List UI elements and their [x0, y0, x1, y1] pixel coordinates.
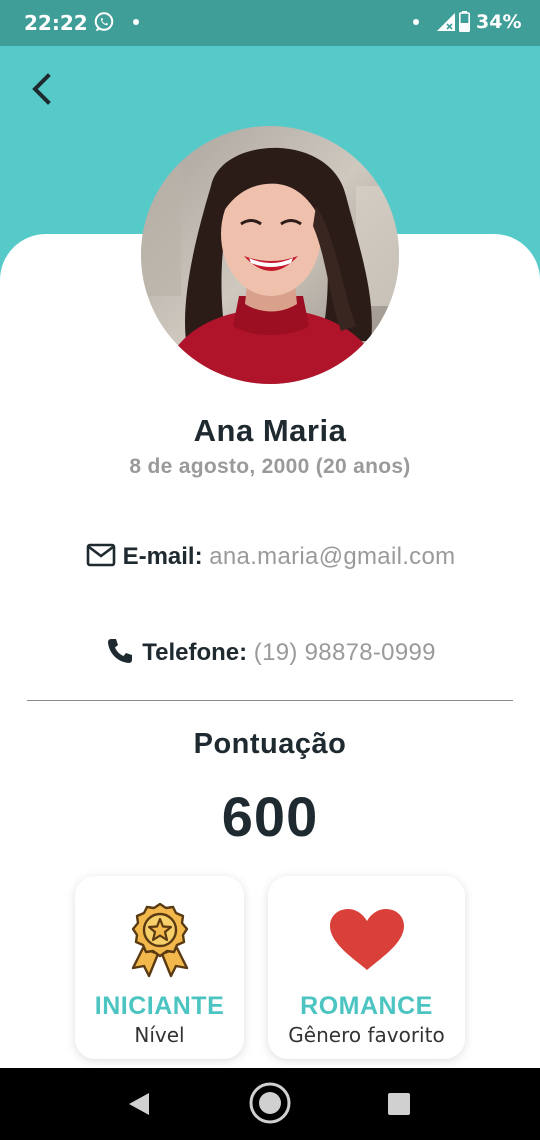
level-title: INICIANTE [94, 992, 225, 1020]
email-label: E-mail: [122, 543, 203, 570]
status-time: 22:22 [24, 11, 88, 35]
phone-value[interactable]: (19) 98878-0999 [254, 639, 436, 666]
genre-title: ROMANCE [300, 992, 433, 1020]
heart-icon [329, 909, 404, 970]
medal-icon [131, 902, 188, 978]
phone-row: Telefone: (19) 98878-0999 [0, 638, 540, 667]
level-subtitle: Nível [134, 1023, 185, 1047]
level-badge-card[interactable]: INICIANTE Nível [75, 876, 244, 1059]
back-triangle-icon[interactable] [126, 1091, 152, 1117]
avatar [141, 126, 399, 384]
system-nav-bar [0, 1068, 540, 1140]
whatsapp-icon [94, 12, 114, 32]
genre-subtitle: Gênero favorito [288, 1023, 445, 1047]
battery-percentage: 34% [476, 11, 522, 33]
score-title: Pontuação [193, 728, 347, 760]
phone-icon [108, 638, 133, 663]
birth-date: 8 de agosto, 2000 (20 anos) [129, 455, 411, 478]
back-arrow-icon[interactable] [22, 68, 64, 110]
notification-dot-icon [413, 19, 419, 25]
battery-icon [459, 11, 470, 32]
email-row: E-mail: ana.maria@gmail.com [0, 543, 540, 571]
divider [27, 700, 513, 701]
score-value: 600 [221, 785, 319, 848]
status-bar: 22:22 34% [0, 0, 540, 46]
genre-badge-card[interactable]: ROMANCE Gênero favorito [268, 876, 465, 1059]
home-circle-icon[interactable] [248, 1081, 292, 1125]
phone-label: Telefone: [142, 639, 248, 666]
user-name: Ana Maria [193, 413, 347, 448]
signal-icon [437, 13, 455, 31]
email-value[interactable]: ana.maria@gmail.com [209, 543, 455, 570]
mail-icon [86, 543, 115, 566]
recents-square-icon[interactable] [387, 1092, 411, 1116]
notification-dot-icon [133, 19, 139, 25]
